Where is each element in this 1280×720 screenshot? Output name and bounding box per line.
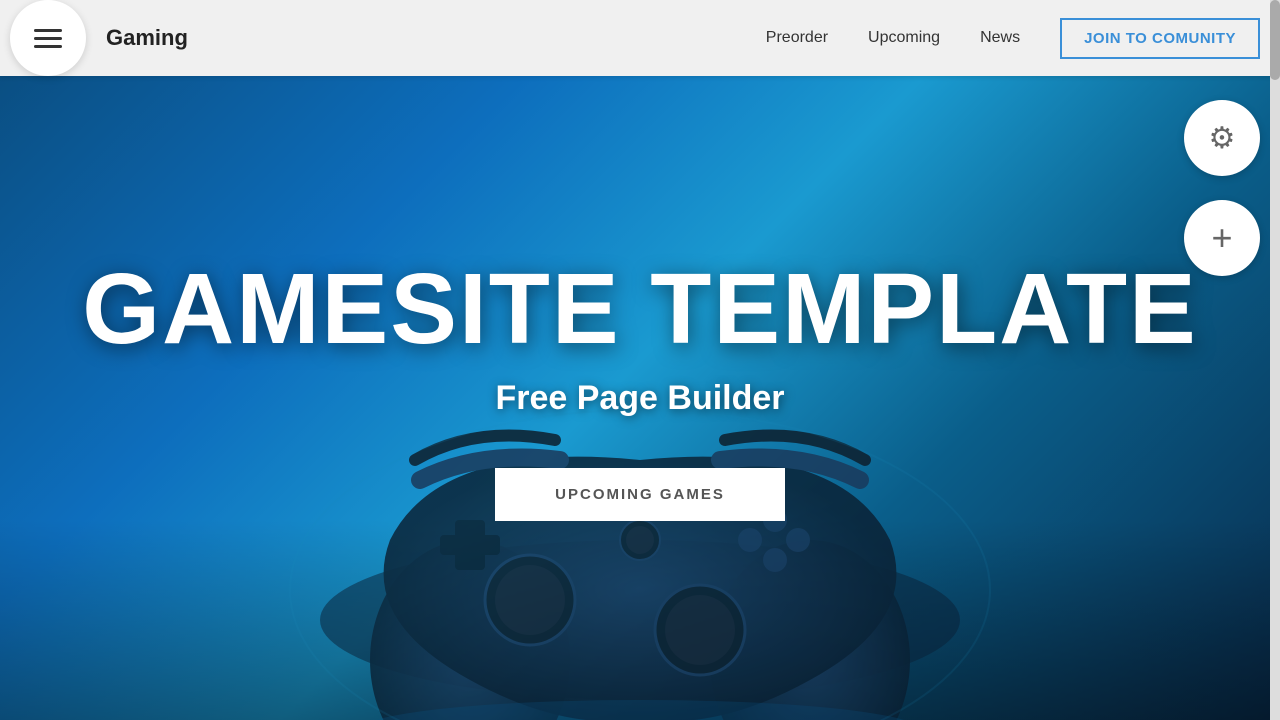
menu-line-2 bbox=[34, 37, 62, 40]
hero-section: GAMESITE TEMPLATE Free Page Builder UPCO… bbox=[0, 0, 1280, 720]
upcoming-games-button[interactable]: UPCOMING GAMES bbox=[495, 468, 785, 521]
nav-upcoming[interactable]: Upcoming bbox=[868, 29, 940, 47]
nav-news[interactable]: News bbox=[980, 29, 1020, 47]
hero-title: GAMESITE TEMPLATE bbox=[82, 259, 1198, 359]
menu-line-1 bbox=[34, 29, 62, 32]
menu-line-3 bbox=[34, 45, 62, 48]
plus-icon: + bbox=[1211, 217, 1232, 259]
hero-subtitle: Free Page Builder bbox=[495, 379, 784, 418]
settings-fab-button[interactable]: ⚙ bbox=[1184, 100, 1260, 176]
logo: Gaming bbox=[106, 25, 188, 51]
hero-content: GAMESITE TEMPLATE Free Page Builder UPCO… bbox=[82, 259, 1198, 521]
scrollbar[interactable] bbox=[1270, 0, 1280, 720]
join-community-button[interactable]: JOIN TO COMUNITY bbox=[1060, 18, 1260, 59]
menu-button[interactable] bbox=[10, 0, 86, 76]
gear-icon: ⚙ bbox=[1209, 121, 1236, 156]
add-fab-button[interactable]: + bbox=[1184, 200, 1260, 276]
header: Gaming Preorder Upcoming News JOIN TO CO… bbox=[0, 0, 1280, 76]
scrollbar-thumb[interactable] bbox=[1270, 0, 1280, 80]
main-nav: Preorder Upcoming News JOIN TO COMUNITY bbox=[766, 18, 1280, 59]
nav-preorder[interactable]: Preorder bbox=[766, 29, 828, 47]
